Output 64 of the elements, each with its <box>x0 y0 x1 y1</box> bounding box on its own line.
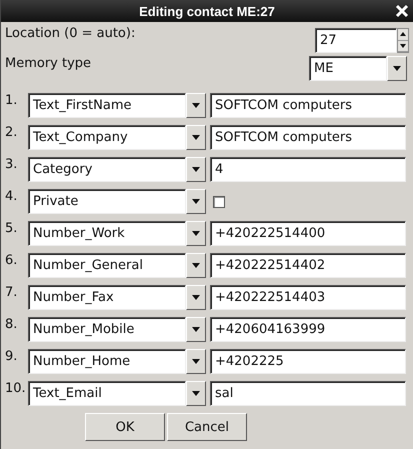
value-field[interactable]: +4202225 <box>210 349 406 374</box>
caret-icon <box>192 199 200 204</box>
field-type-select[interactable]: Category <box>28 157 186 182</box>
value-field[interactable]: 4 <box>210 157 406 182</box>
value-field[interactable]: +420604163999 <box>210 317 406 342</box>
caret-icon <box>192 327 200 332</box>
caret-icon <box>192 167 200 172</box>
dropdown-button[interactable] <box>186 221 206 246</box>
field-number: 10. <box>5 381 27 396</box>
field-type-select[interactable]: Number_Mobile <box>28 317 186 342</box>
field-type-select[interactable]: Private <box>28 189 186 214</box>
caret-icon <box>192 135 200 140</box>
field-number: 2. <box>5 125 18 140</box>
value-field[interactable]: +420222514400 <box>210 221 406 246</box>
value-field[interactable]: SOFTCOM computers <box>210 93 406 118</box>
field-number: 1. <box>5 93 18 108</box>
checkbox[interactable] <box>213 196 225 208</box>
field-number: 5. <box>5 221 18 236</box>
dropdown-button[interactable] <box>186 125 206 150</box>
caret-icon <box>393 66 401 71</box>
dropdown-button[interactable] <box>186 349 206 374</box>
dropdown-button[interactable] <box>186 253 206 278</box>
field-number: 7. <box>5 285 18 300</box>
dropdown-button[interactable] <box>186 189 206 214</box>
caret-icon <box>192 263 200 268</box>
location-field[interactable]: 27 <box>315 28 397 53</box>
field-type-select[interactable]: Text_Company <box>28 125 186 150</box>
caret-icon <box>192 359 200 364</box>
dropdown-button[interactable] <box>186 285 206 310</box>
caret-icon <box>192 231 200 236</box>
value-field[interactable]: sal <box>210 381 406 406</box>
value-field[interactable]: +420222514402 <box>210 253 406 278</box>
field-type-select[interactable]: Number_Home <box>28 349 186 374</box>
field-type-select[interactable]: Number_Work <box>28 221 186 246</box>
up-arrow-icon <box>400 32 406 36</box>
caret-icon <box>192 103 200 108</box>
field-type-select[interactable]: Text_FirstName <box>28 93 186 118</box>
location-label: Location (0 = auto): <box>5 26 136 41</box>
dropdown-button[interactable] <box>387 56 407 81</box>
value-field[interactable]: +420222514403 <box>210 285 406 310</box>
field-number: 3. <box>5 157 18 172</box>
window-title: Editing contact ME:27 <box>139 4 275 18</box>
caret-icon <box>192 295 200 300</box>
field-number: 6. <box>5 253 18 268</box>
cancel-button[interactable]: Cancel <box>167 413 247 441</box>
down-arrow-icon <box>400 44 406 48</box>
value-field[interactable]: SOFTCOM computers <box>210 125 406 150</box>
field-type-select[interactable]: Text_Email <box>28 381 186 406</box>
close-icon[interactable] <box>395 4 409 18</box>
field-type-select[interactable]: Number_General <box>28 253 186 278</box>
dropdown-button[interactable] <box>186 317 206 342</box>
dropdown-button[interactable] <box>186 93 206 118</box>
ok-button[interactable]: OK <box>85 413 165 441</box>
caret-icon <box>192 391 200 396</box>
memory-type-label: Memory type <box>5 56 92 71</box>
field-number: 4. <box>5 189 18 204</box>
memory-type-field[interactable]: ME <box>309 56 387 81</box>
field-number: 8. <box>5 317 18 332</box>
spin-down-button[interactable] <box>398 40 408 52</box>
dropdown-button[interactable] <box>186 157 206 182</box>
field-type-select[interactable]: Number_Fax <box>28 285 186 310</box>
field-number: 9. <box>5 349 18 364</box>
spin-up-button[interactable] <box>398 29 408 40</box>
dropdown-button[interactable] <box>186 381 206 406</box>
